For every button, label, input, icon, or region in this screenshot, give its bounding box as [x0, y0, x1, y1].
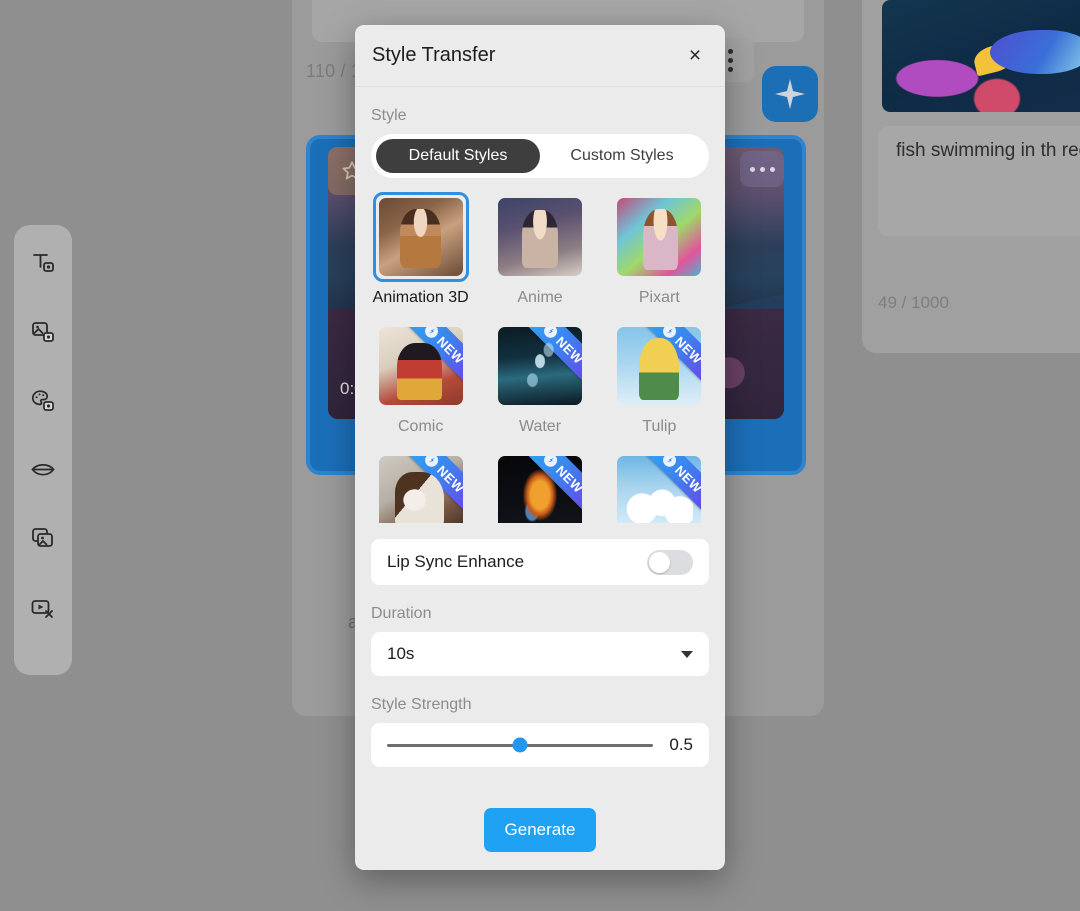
new-badge-label: NEW — [433, 333, 463, 367]
lip-sync-toggle[interactable] — [647, 549, 693, 575]
modal-header: Style Transfer × — [355, 25, 725, 87]
generate-button[interactable]: Generate — [484, 808, 596, 852]
style-thumbnail-frame: NEW — [611, 450, 707, 523]
style-thumbnail: NEW — [497, 456, 582, 523]
chevron-down-icon — [681, 650, 693, 658]
card-more-menu[interactable] — [740, 151, 784, 187]
style-thumbnail: NEW — [617, 456, 702, 523]
style-thumbnail-frame: NEW — [611, 321, 707, 411]
new-badge-ribbon: NEW — [640, 327, 702, 388]
style-strength-label: Style Strength — [371, 696, 472, 713]
right-char-count: 49 / 1000 — [878, 293, 949, 312]
style-thumbnail-frame: NEW — [373, 321, 469, 411]
style-option[interactable]: Animation 3D — [371, 192, 470, 307]
style-option-label: Comic — [397, 418, 444, 435]
new-badge-ribbon: NEW — [640, 456, 702, 517]
right-prompt-text: fish swimming in th reef — [896, 140, 1080, 161]
duration-value: 10s — [387, 644, 415, 663]
modal-body: Style Default Styles Custom Styles Anima… — [355, 87, 725, 790]
style-option[interactable]: NEW — [371, 450, 470, 523]
style-option[interactable]: NEW — [610, 450, 709, 523]
reef-thumbnail[interactable] — [882, 0, 1080, 112]
lip-sync-enhance-row[interactable]: Lip Sync Enhance — [371, 539, 709, 585]
modal-footer: Generate — [355, 790, 725, 870]
style-thumbnail: NEW — [378, 327, 463, 405]
style-grid-scroll-area[interactable]: Animation 3D Anime Pixart NEW Comic NEW Water N… — [371, 192, 709, 523]
lip-sync-label: Lip Sync Enhance — [387, 552, 525, 571]
style-thumbnail: NEW — [497, 327, 582, 405]
style-option-label: Water — [518, 418, 562, 435]
style-thumbnail-frame — [372, 192, 469, 282]
style-thumbnail — [497, 198, 582, 276]
new-badge-ribbon: NEW — [401, 327, 463, 388]
new-badge-ribbon: NEW — [520, 327, 582, 388]
style-option[interactable]: Anime — [490, 192, 589, 307]
style-strength-value: 0.5 — [669, 735, 693, 754]
style-thumbnail: NEW — [617, 327, 702, 405]
app-root: 110 / 1 0:0 fish swimming in th reef 49 … — [0, 0, 1080, 911]
style-option-label: Animation 3D — [372, 289, 469, 306]
right-prompt-box[interactable]: fish swimming in th reef — [878, 126, 1080, 236]
style-thumbnail — [378, 198, 463, 276]
prompt-char-count: 110 / 1 — [306, 61, 362, 81]
style-grid: Animation 3D Anime Pixart NEW Comic NEW Water N… — [371, 192, 709, 523]
style-transfer-modal: Style Transfer × Style Default Styles Cu… — [355, 25, 725, 870]
video-cut-icon[interactable] — [23, 588, 63, 628]
style-section-label: Style — [371, 107, 407, 124]
close-icon[interactable]: × — [682, 43, 708, 69]
style-thumbnail-frame — [611, 192, 707, 282]
style-thumbnail-frame: NEW — [373, 450, 469, 523]
style-option[interactable]: NEW Tulip — [610, 321, 709, 436]
style-transfer-palette-icon[interactable] — [23, 381, 63, 421]
new-badge-ribbon: NEW — [520, 456, 582, 517]
style-option[interactable]: NEW — [490, 450, 589, 523]
style-thumbnail-frame — [492, 192, 588, 282]
new-badge-label: NEW — [672, 462, 702, 496]
right-history-panel: fish swimming in th reef 49 / 1000 — [862, 0, 1080, 353]
left-toolbar — [14, 225, 72, 675]
slider-knob[interactable] — [512, 737, 528, 753]
style-option[interactable]: NEW Water — [490, 321, 589, 436]
style-option[interactable]: Pixart — [610, 192, 709, 307]
new-badge-label: NEW — [672, 333, 702, 367]
style-strength-slider[interactable] — [387, 737, 653, 753]
new-badge-label: NEW — [553, 333, 582, 367]
new-badge-ribbon: NEW — [401, 456, 463, 517]
style-source-tabs: Default Styles Custom Styles — [371, 134, 709, 178]
lip-sync-lips-icon[interactable] — [23, 450, 63, 490]
new-badge-label: NEW — [553, 462, 582, 496]
style-strength-row: 0.5 — [371, 723, 709, 767]
text-to-video-icon[interactable] — [23, 243, 63, 283]
new-badge-label: NEW — [433, 462, 463, 496]
toggle-knob — [649, 551, 670, 573]
style-option[interactable]: NEW Comic — [371, 321, 470, 436]
style-option-label: Tulip — [642, 418, 677, 435]
duration-label: Duration — [371, 605, 432, 622]
page-title: Style Transfer — [372, 44, 496, 66]
tab-default-styles[interactable]: Default Styles — [376, 139, 540, 173]
image-gallery-icon[interactable] — [23, 519, 63, 559]
tab-custom-styles[interactable]: Custom Styles — [540, 139, 704, 173]
image-to-video-icon[interactable] — [23, 312, 63, 352]
style-thumbnail — [617, 198, 702, 276]
style-option-label: Pixart — [638, 289, 680, 306]
style-thumbnail-frame: NEW — [492, 450, 588, 523]
style-thumbnail: NEW — [378, 456, 463, 523]
duration-select[interactable]: 10s — [371, 632, 709, 676]
lightning-badge-icon — [542, 327, 561, 341]
style-thumbnail-frame: NEW — [492, 321, 588, 411]
style-option-label: Anime — [517, 289, 563, 306]
sparkle-generate-icon[interactable] — [762, 66, 818, 122]
